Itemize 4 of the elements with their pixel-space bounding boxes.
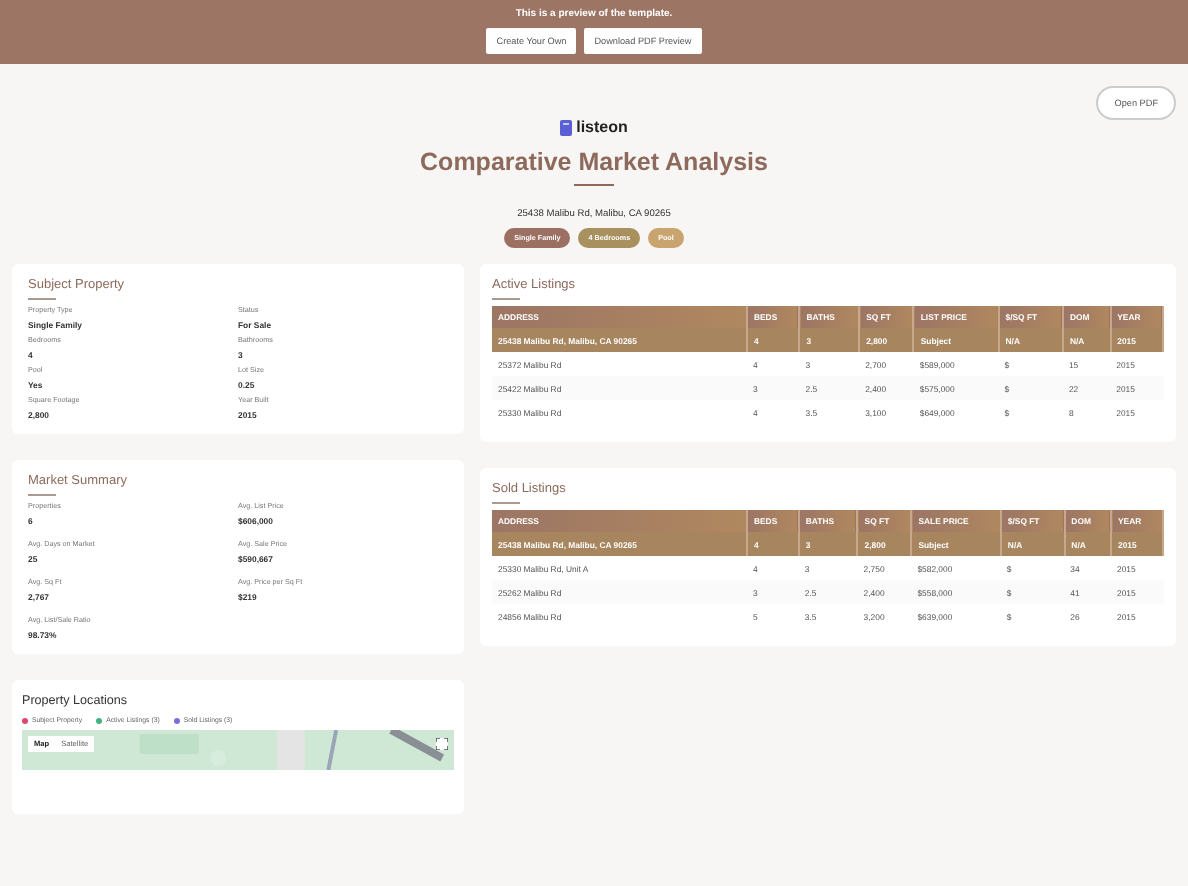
logo-text: listeon	[576, 118, 628, 136]
fullscreen-icon[interactable]	[436, 738, 448, 750]
logo-icon	[560, 119, 573, 135]
report-title: Comparative Market Analysis	[418, 148, 770, 176]
